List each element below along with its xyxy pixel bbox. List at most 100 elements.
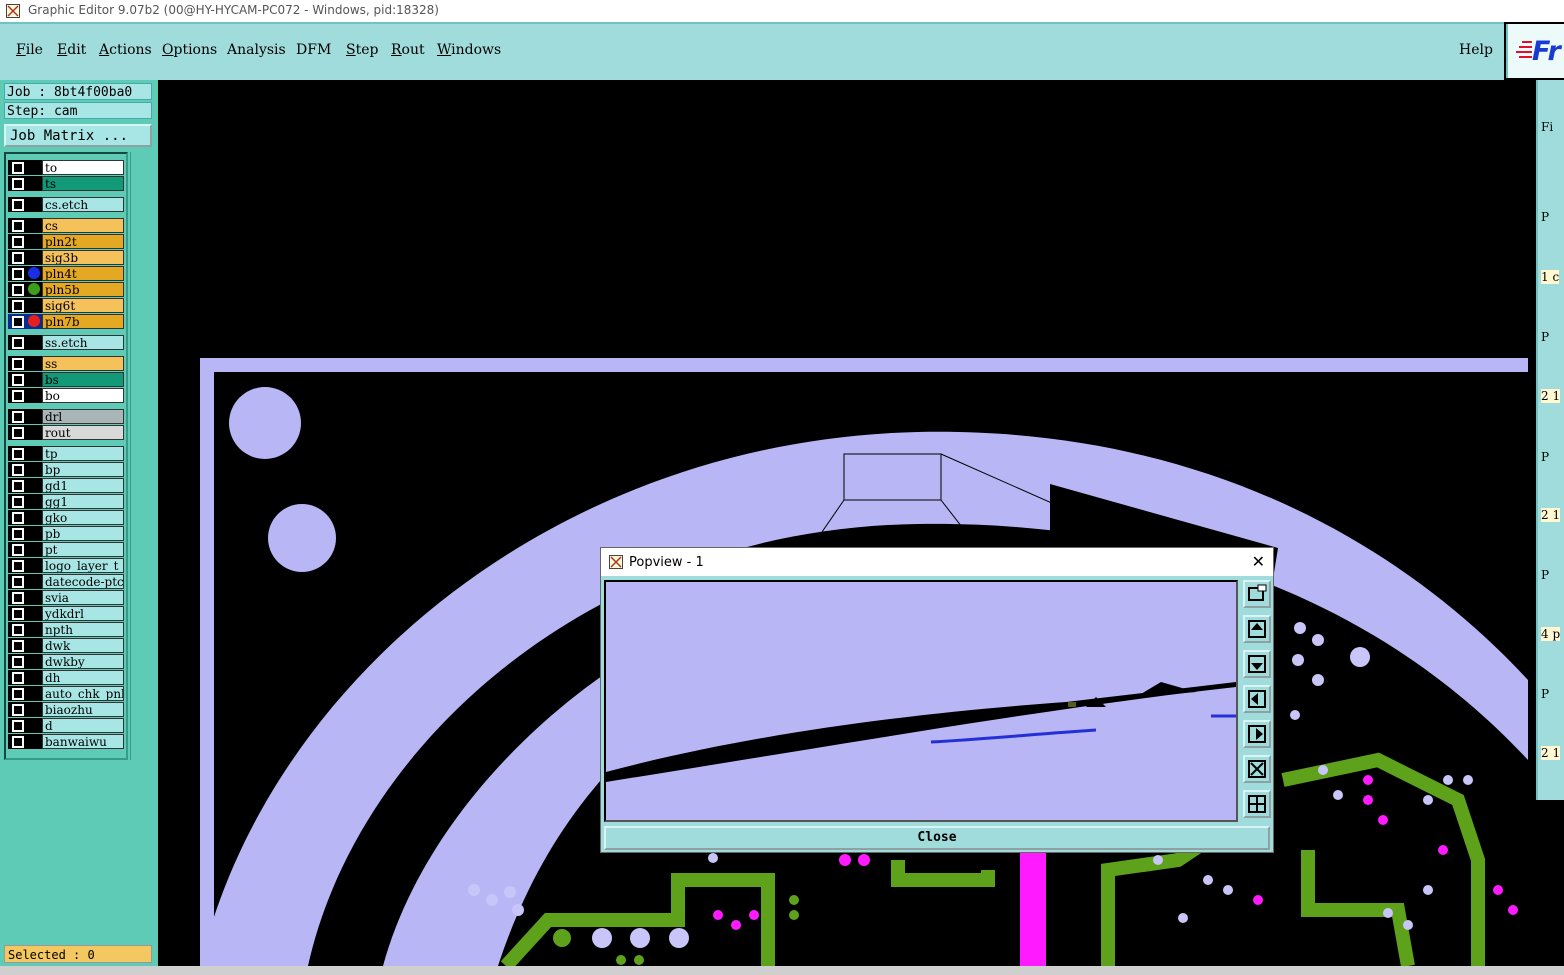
layer-name[interactable]: ydkdrl: [42, 606, 124, 621]
layer-name[interactable]: bo: [42, 388, 124, 403]
layer-affected-checkbox[interactable]: [12, 640, 24, 652]
layer-name[interactable]: sig6t: [42, 298, 124, 313]
layer-affected-checkbox[interactable]: [12, 199, 24, 211]
layer-affected-checkbox[interactable]: [12, 284, 24, 296]
layer-row-dwk[interactable]: dwk: [8, 638, 126, 653]
pan-right-icon[interactable]: [1243, 720, 1271, 748]
layer-affected-checkbox[interactable]: [12, 656, 24, 668]
layer-affected-checkbox[interactable]: [12, 560, 24, 572]
layer-row-ydkdrl[interactable]: ydkdrl: [8, 606, 126, 621]
popview-canvas[interactable]: [604, 580, 1238, 822]
layer-name[interactable]: rout: [42, 425, 124, 440]
menu-options[interactable]: Options: [162, 42, 217, 58]
layer-affected-checkbox[interactable]: [12, 427, 24, 439]
layer-row-ss[interactable]: ss: [8, 356, 126, 371]
layer-name[interactable]: bp: [42, 462, 124, 477]
layer-affected-checkbox[interactable]: [12, 592, 24, 604]
right-panel-p2[interactable]: P: [1541, 330, 1549, 344]
layer-row-gko[interactable]: gko: [8, 510, 126, 525]
menu-step[interactable]: Step: [346, 42, 378, 58]
layer-affected-checkbox[interactable]: [12, 358, 24, 370]
layer-affected-checkbox[interactable]: [12, 411, 24, 423]
right-panel-p1[interactable]: P: [1541, 210, 1549, 224]
layer-name[interactable]: biaozhu: [42, 702, 124, 717]
layer-row-drl[interactable]: drl: [8, 409, 126, 424]
layer-affected-checkbox[interactable]: [12, 512, 24, 524]
popview-titlebar[interactable]: Popview - 1 ✕: [601, 548, 1273, 576]
layer-name[interactable]: to: [42, 160, 124, 175]
layer-name[interactable]: pt: [42, 542, 124, 557]
layer-row-pt[interactable]: pt: [8, 542, 126, 557]
layer-name[interactable]: banwaiwu: [42, 734, 124, 749]
layer-affected-checkbox[interactable]: [12, 672, 24, 684]
zoom-window-icon[interactable]: [1243, 580, 1271, 608]
layer-row-pln2t[interactable]: pln2t: [8, 234, 126, 249]
layer-affected-checkbox[interactable]: [12, 544, 24, 556]
layer-affected-checkbox[interactable]: [12, 162, 24, 174]
layer-affected-checkbox[interactable]: [12, 528, 24, 540]
right-panel-p4[interactable]: P: [1541, 568, 1549, 582]
popview-close-button[interactable]: Close: [604, 826, 1270, 850]
layer-row-ss-etch[interactable]: ss.etch: [8, 335, 126, 350]
layer-name[interactable]: ss.etch: [42, 335, 124, 350]
layer-affected-checkbox[interactable]: [12, 496, 24, 508]
layer-name[interactable]: svia: [42, 590, 124, 605]
layer-display-color-icon[interactable]: [28, 315, 40, 327]
layer-affected-checkbox[interactable]: [12, 608, 24, 620]
layer-row-dh[interactable]: dh: [8, 670, 126, 685]
layer-name[interactable]: bs: [42, 372, 124, 387]
pan-up-icon[interactable]: [1243, 615, 1271, 643]
menu-edit[interactable]: Edit: [57, 42, 86, 58]
right-panel-p5[interactable]: P: [1541, 687, 1549, 701]
layer-row-sig3b[interactable]: sig3b: [8, 250, 126, 265]
layer-affected-checkbox[interactable]: [12, 464, 24, 476]
layer-affected-checkbox[interactable]: [12, 736, 24, 748]
layer-name[interactable]: gg1: [42, 494, 124, 509]
layer-name[interactable]: pb: [42, 526, 124, 541]
layer-name[interactable]: pln5b: [42, 282, 124, 297]
layer-row-gd1[interactable]: gd1: [8, 478, 126, 493]
layer-display-color-icon[interactable]: [28, 283, 40, 295]
layer-list-scrollbar[interactable]: [130, 152, 155, 760]
close-icon[interactable]: ✕: [1252, 552, 1265, 571]
right-panel-p3[interactable]: P: [1541, 450, 1549, 464]
layer-name[interactable]: dh: [42, 670, 124, 685]
layer-affected-checkbox[interactable]: [12, 576, 24, 588]
layer-name[interactable]: drl: [42, 409, 124, 424]
layer-row-cs-etch[interactable]: cs.etch: [8, 197, 126, 212]
layer-row-bp[interactable]: bp: [8, 462, 126, 477]
layer-affected-checkbox[interactable]: [12, 252, 24, 264]
layer-name[interactable]: dwk: [42, 638, 124, 653]
layer-name[interactable]: gd1: [42, 478, 124, 493]
layer-name[interactable]: d: [42, 718, 124, 733]
layer-row-svia[interactable]: svia: [8, 590, 126, 605]
layer-row-bo[interactable]: bo: [8, 388, 126, 403]
zoom-out-icon[interactable]: [1243, 790, 1271, 818]
layer-row-pln7b[interactable]: pln7b: [8, 314, 126, 329]
layer-affected-checkbox[interactable]: [12, 316, 24, 328]
layer-row-cs[interactable]: cs: [8, 218, 126, 233]
layer-name[interactable]: pln7b: [42, 314, 124, 329]
layer-name[interactable]: pln2t: [42, 234, 124, 249]
layer-row-biaozhu[interactable]: biaozhu: [8, 702, 126, 717]
layer-row-pb[interactable]: pb: [8, 526, 126, 541]
layer-affected-checkbox[interactable]: [12, 374, 24, 386]
layer-affected-checkbox[interactable]: [12, 704, 24, 716]
layer-affected-checkbox[interactable]: [12, 236, 24, 248]
layer-row-pln4t[interactable]: pln4t: [8, 266, 126, 281]
layer-name[interactable]: ts: [42, 176, 124, 191]
layer-row-sig6t[interactable]: sig6t: [8, 298, 126, 313]
job-matrix-button[interactable]: Job Matrix ...: [4, 124, 152, 147]
menu-actions[interactable]: Actions: [99, 42, 152, 58]
menu-analysis[interactable]: Analysis: [227, 42, 286, 58]
layer-affected-checkbox[interactable]: [12, 220, 24, 232]
layer-name[interactable]: cs: [42, 218, 124, 233]
pan-down-icon[interactable]: [1243, 650, 1271, 678]
layer-row-d[interactable]: d: [8, 718, 126, 733]
layer-name[interactable]: pln4t: [42, 266, 124, 281]
pan-left-icon[interactable]: [1243, 685, 1271, 713]
layer-row-to[interactable]: to: [8, 160, 126, 175]
layer-row-bs[interactable]: bs: [8, 372, 126, 387]
zoom-in-icon[interactable]: [1243, 755, 1271, 783]
layer-affected-checkbox[interactable]: [12, 480, 24, 492]
